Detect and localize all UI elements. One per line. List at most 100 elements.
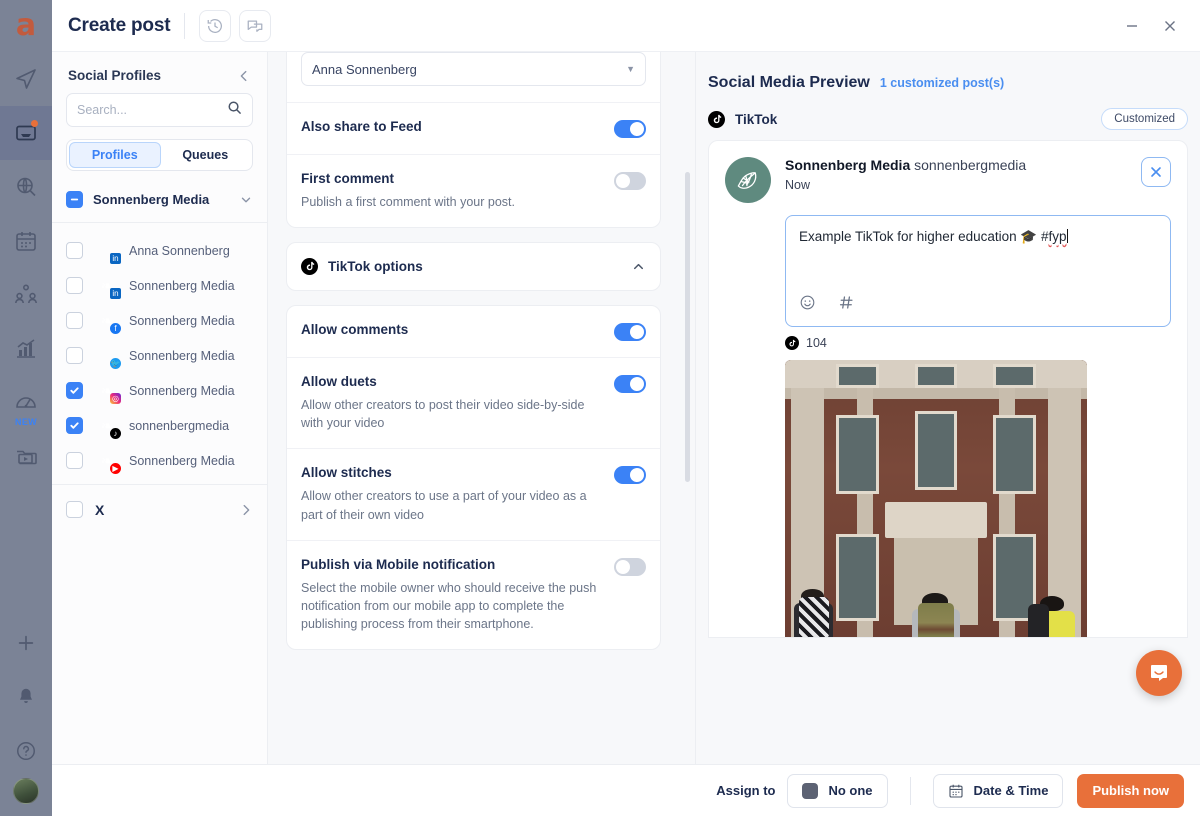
chevron-down-icon: ▼: [626, 64, 635, 74]
page-title: Create post: [68, 14, 171, 36]
list-item[interactable]: ❧ ▶ Sonnenberg Media: [52, 443, 267, 478]
rail-item-calendar[interactable]: [0, 214, 52, 268]
hashtag-icon[interactable]: [838, 294, 855, 316]
hashtag-glyph-icon: [839, 296, 853, 309]
profile-group-row[interactable]: Sonnenberg Media: [52, 185, 267, 223]
profile-checkbox[interactable]: [66, 277, 83, 294]
option-text: Also share to Feed: [301, 119, 614, 134]
minimize-button[interactable]: [1122, 16, 1142, 36]
compose-scroll-area[interactable]: Anna Sonnenberg ▼ Also share to Feed Fir…: [268, 52, 679, 764]
section-title: TikTok options: [328, 259, 423, 275]
app-logo[interactable]: a: [0, 0, 52, 52]
group-label: Sonnenberg Media: [93, 192, 210, 207]
profile-list: in Anna Sonnenberg ❧ in Sonnenberg Media: [52, 223, 267, 485]
list-item[interactable]: 🐦 Sonnenberg Media: [52, 338, 267, 373]
allow-stitches-toggle[interactable]: [614, 466, 646, 485]
assignee-label: No one: [828, 783, 873, 798]
toggle-knob: [630, 122, 644, 136]
profile-checkbox[interactable]: [66, 452, 83, 469]
profile-checkbox[interactable]: [66, 417, 83, 434]
rail-item-notifications[interactable]: [0, 670, 52, 724]
compose-scrollbar[interactable]: [685, 172, 690, 482]
publish-via-mobile-toggle[interactable]: [614, 557, 646, 576]
tab-queues[interactable]: Queues: [161, 142, 251, 168]
list-item[interactable]: ❧ f Sonnenberg Media: [52, 303, 267, 338]
owner-select[interactable]: Anna Sonnenberg ▼: [301, 52, 646, 86]
history-button[interactable]: [199, 9, 232, 42]
inbox-unread-dot: [31, 120, 38, 127]
list-item[interactable]: ❧ ♪ sonnenbergmedia: [52, 408, 267, 443]
tiktok-options-header[interactable]: TikTok options: [287, 243, 660, 290]
assignee-button[interactable]: No one: [787, 773, 888, 808]
profile-name: Sonnenberg Media: [129, 453, 235, 468]
close-icon: [1165, 20, 1175, 31]
owner-card: Anna Sonnenberg ▼ Also share to Feed Fir…: [286, 52, 661, 229]
customized-post-count[interactable]: 1 customized post(s): [880, 76, 1004, 90]
intercom-chat-icon[interactable]: [1136, 650, 1182, 696]
media-person-left: [794, 589, 834, 637]
post-text-editor[interactable]: Example TikTok for higher education 🎓 #f…: [785, 215, 1171, 327]
section-collapse-button[interactable]: [631, 259, 646, 274]
profile-name: Sonnenberg Media: [129, 313, 235, 328]
profile-checkbox[interactable]: [66, 382, 83, 399]
first-comment-toggle[interactable]: [614, 172, 646, 190]
post-media-image[interactable]: [785, 360, 1087, 637]
option-first-comment[interactable]: First comment Publish a first comment wi…: [287, 154, 660, 227]
list-item[interactable]: ❧ ◎ Sonnenberg Media: [52, 373, 267, 408]
date-time-button[interactable]: Date & Time: [932, 773, 1064, 808]
network-label: X: [95, 501, 105, 518]
avatar: ❧ f: [95, 308, 122, 335]
rail-item-monitoring[interactable]: [0, 160, 52, 214]
owner-select-wrapper: Anna Sonnenberg ▼: [287, 52, 660, 102]
rail-item-help[interactable]: [0, 724, 52, 778]
option-publish-via-mobile[interactable]: Publish via Mobile notification Select t…: [287, 539, 660, 649]
rail-item-audience[interactable]: [0, 268, 52, 322]
instagram-icon: ◎: [109, 391, 122, 405]
option-text: First comment Publish a first comment wi…: [301, 171, 614, 211]
publish-now-button[interactable]: Publish now: [1077, 773, 1184, 808]
check-icon: [70, 387, 79, 394]
option-allow-comments[interactable]: Allow comments: [287, 306, 660, 357]
allow-comments-toggle[interactable]: [614, 323, 646, 342]
profile-checkbox[interactable]: [66, 242, 83, 259]
rail-item-publisher[interactable]: [0, 52, 52, 106]
user-avatar[interactable]: [13, 778, 39, 804]
assign-to-label: Assign to: [716, 783, 776, 798]
network-row-x[interactable]: X: [52, 485, 267, 534]
list-item[interactable]: ❧ in Sonnenberg Media: [52, 268, 267, 303]
rail-item-media-library[interactable]: [0, 430, 52, 484]
social-profiles-panel: Social Profiles Profiles Queues: [52, 52, 268, 764]
group-checkbox[interactable]: [66, 191, 83, 208]
rail-item-benchmark[interactable]: NEW: [0, 376, 52, 430]
calendar-icon: [948, 784, 963, 798]
option-title: First comment: [301, 171, 395, 186]
allow-duets-toggle[interactable]: [614, 375, 646, 394]
remove-customization-button[interactable]: [1141, 157, 1171, 187]
group-expand-button[interactable]: [239, 193, 253, 207]
twitter-icon: 🐦: [109, 356, 122, 370]
option-allow-stitches[interactable]: Allow stitches Allow other creators to u…: [287, 448, 660, 539]
network-checkbox[interactable]: [66, 501, 83, 518]
emoji-icon[interactable]: [799, 294, 816, 316]
option-also-share-to-feed[interactable]: Also share to Feed: [287, 102, 660, 154]
close-button[interactable]: [1160, 16, 1180, 36]
collapse-sidebar-button[interactable]: [237, 69, 251, 83]
search-input[interactable]: [77, 103, 227, 117]
rail-item-inbox[interactable]: [0, 106, 52, 160]
rail-item-create[interactable]: [0, 616, 52, 670]
also-share-to-feed-toggle[interactable]: [614, 120, 646, 138]
rail-item-analytics[interactable]: [0, 322, 52, 376]
list-item[interactable]: in Anna Sonnenberg: [52, 233, 267, 268]
search-box[interactable]: [66, 93, 253, 127]
preview-handle: sonnenbergmedia: [914, 157, 1027, 173]
profile-checkbox[interactable]: [66, 312, 83, 329]
tab-profiles[interactable]: Profiles: [69, 142, 161, 168]
app-window: a NEW Create post Social Profiles Search…: [0, 0, 1200, 816]
network-expand-button[interactable]: [239, 503, 253, 517]
profile-checkbox[interactable]: [66, 347, 83, 364]
tiktok-icon: [785, 336, 799, 350]
people-icon: [15, 284, 37, 304]
comments-button[interactable]: [239, 9, 272, 42]
chevron-up-icon: [634, 264, 643, 270]
option-allow-duets[interactable]: Allow duets Allow other creators to post…: [287, 357, 660, 448]
